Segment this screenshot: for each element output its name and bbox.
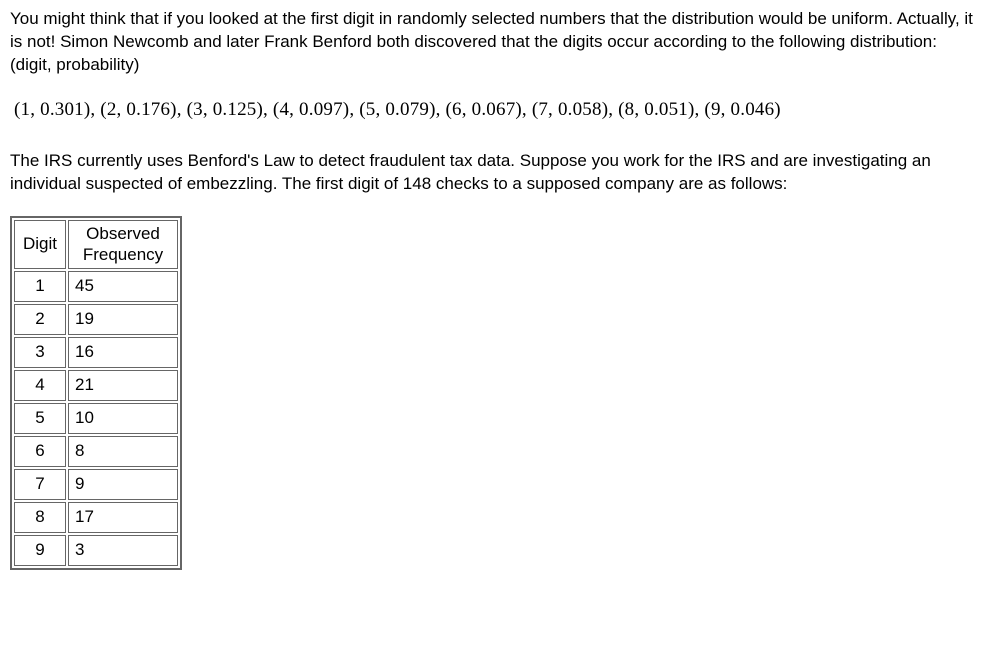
table-row: 2 19 <box>14 304 178 335</box>
digit-cell: 7 <box>14 469 66 500</box>
table-row: 5 10 <box>14 403 178 434</box>
table-row: 3 16 <box>14 337 178 368</box>
digit-cell: 4 <box>14 370 66 401</box>
freq-cell: 45 <box>68 271 178 302</box>
frequency-table-container: Digit Observed Frequency 1 45 2 19 3 16 <box>10 216 978 569</box>
table-row: 7 9 <box>14 469 178 500</box>
header-freq-line2: Frequency <box>83 245 163 264</box>
digit-cell: 5 <box>14 403 66 434</box>
freq-cell: 17 <box>68 502 178 533</box>
freq-cell: 9 <box>68 469 178 500</box>
table-row: 9 3 <box>14 535 178 566</box>
intro-paragraph: You might think that if you looked at th… <box>10 8 978 77</box>
digit-cell: 9 <box>14 535 66 566</box>
digit-cell: 6 <box>14 436 66 467</box>
frequency-table: Digit Observed Frequency 1 45 2 19 3 16 <box>10 216 182 569</box>
scenario-paragraph: The IRS currently uses Benford's Law to … <box>10 150 978 196</box>
header-freq-line1: Observed <box>86 224 160 243</box>
digit-cell: 3 <box>14 337 66 368</box>
header-frequency: Observed Frequency <box>68 220 178 269</box>
table-row: 8 17 <box>14 502 178 533</box>
freq-cell: 19 <box>68 304 178 335</box>
freq-cell: 3 <box>68 535 178 566</box>
freq-cell: 10 <box>68 403 178 434</box>
table-row: 6 8 <box>14 436 178 467</box>
freq-cell: 21 <box>68 370 178 401</box>
digit-cell: 8 <box>14 502 66 533</box>
digit-cell: 2 <box>14 304 66 335</box>
table-header-row: Digit Observed Frequency <box>14 220 178 269</box>
digit-cell: 1 <box>14 271 66 302</box>
freq-cell: 8 <box>68 436 178 467</box>
distribution-list: (1, 0.301), (2, 0.176), (3, 0.125), (4, … <box>10 97 978 123</box>
header-digit: Digit <box>14 220 66 269</box>
table-row: 1 45 <box>14 271 178 302</box>
table-row: 4 21 <box>14 370 178 401</box>
freq-cell: 16 <box>68 337 178 368</box>
